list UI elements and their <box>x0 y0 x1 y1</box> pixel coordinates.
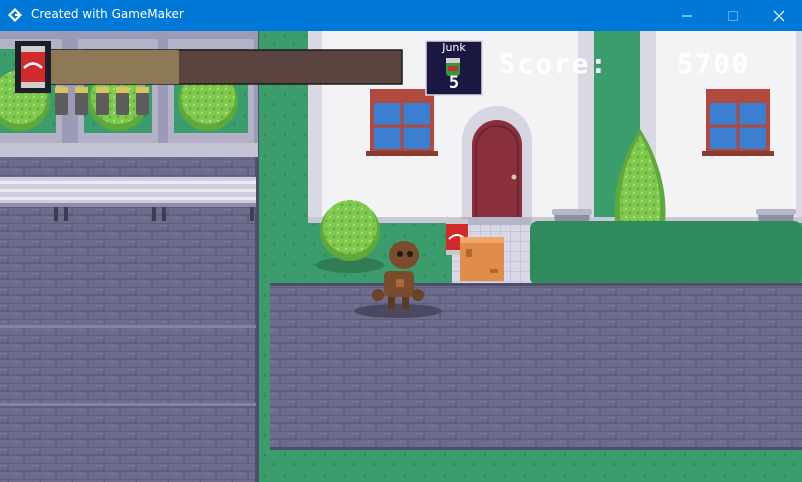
game-window: Created with GameMaker Junk 5 Score: 570… <box>0 0 802 482</box>
courtyard-rim <box>270 447 802 450</box>
cardboard-box <box>460 237 504 281</box>
game-scene <box>0 31 802 482</box>
energy-hud <box>15 41 403 93</box>
house-door <box>462 106 532 223</box>
window-title: Created with GameMaker <box>31 7 184 21</box>
courtyard-rim <box>270 283 802 286</box>
title-bar[interactable]: Created with GameMaker <box>0 0 802 31</box>
close-icon <box>773 10 785 22</box>
junk-label: Junk <box>442 41 466 54</box>
hedge <box>530 221 802 285</box>
game-canvas[interactable]: Junk 5 Score: 5700 <box>0 31 802 482</box>
maximize-icon <box>728 11 738 21</box>
window <box>702 89 774 156</box>
close-button[interactable] <box>756 0 802 31</box>
score-value: 5700 <box>677 49 751 80</box>
minimize-icon <box>682 15 692 17</box>
score-label: Score: <box>499 49 609 80</box>
junk-count: 5 <box>448 73 460 93</box>
maximize-button[interactable] <box>710 0 756 31</box>
soda-can-icon <box>21 46 45 88</box>
gamemaker-icon <box>8 8 22 22</box>
energy-bar-fill <box>48 50 179 84</box>
window <box>366 89 438 156</box>
minimize-button[interactable] <box>664 0 710 31</box>
plaza-ledge <box>0 143 258 157</box>
courtyard <box>270 283 802 449</box>
